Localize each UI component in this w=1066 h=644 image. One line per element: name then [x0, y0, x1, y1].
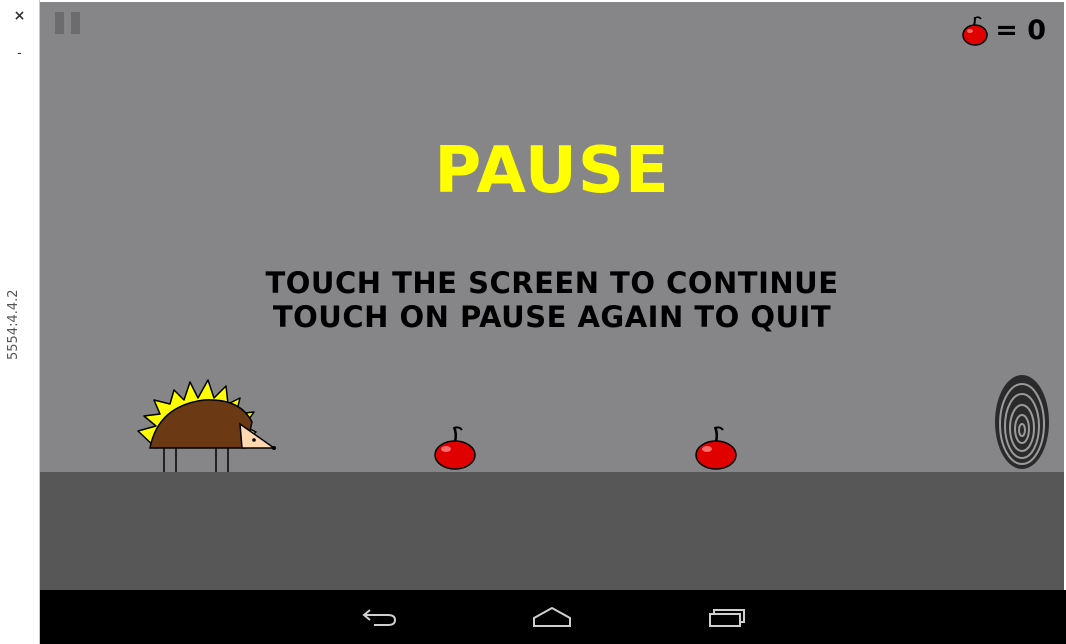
hedgehog-player — [137, 379, 277, 472]
quit-instruction: TOUCH ON PAUSE AGAIN TO QUIT — [272, 300, 832, 334]
cherry-icon — [962, 16, 988, 46]
back-icon[interactable] — [362, 606, 398, 628]
cherry-collectible-1 — [434, 426, 476, 470]
score-label: = 0 — [995, 14, 1046, 46]
emulator-toolbar: × - 5554:4.4.2 — [0, 0, 40, 644]
home-icon[interactable] — [532, 606, 572, 628]
continue-instruction: TOUCH THE SCREEN TO CONTINUE — [265, 266, 839, 300]
pause-icon-bar-right — [71, 12, 80, 34]
android-nav-bar — [40, 590, 1066, 644]
fingerprint-obstacle — [995, 375, 1049, 469]
score-counter: = 0 — [961, 12, 1046, 48]
pause-title: PAUSE — [434, 134, 670, 208]
pause-button[interactable] — [55, 12, 81, 34]
device-label: 5554:4.4.2 — [6, 289, 21, 360]
recent-apps-icon[interactable] — [708, 606, 746, 628]
cherry-collectible-2 — [695, 426, 737, 470]
minimize-button[interactable]: - — [0, 46, 39, 61]
close-button[interactable]: × — [0, 8, 39, 24]
game-screen[interactable]: = 0 PAUSE TOUCH THE SCREEN TO CONTINUE T… — [40, 2, 1064, 590]
pause-icon-bar-left — [55, 12, 64, 34]
ground — [40, 472, 1064, 590]
